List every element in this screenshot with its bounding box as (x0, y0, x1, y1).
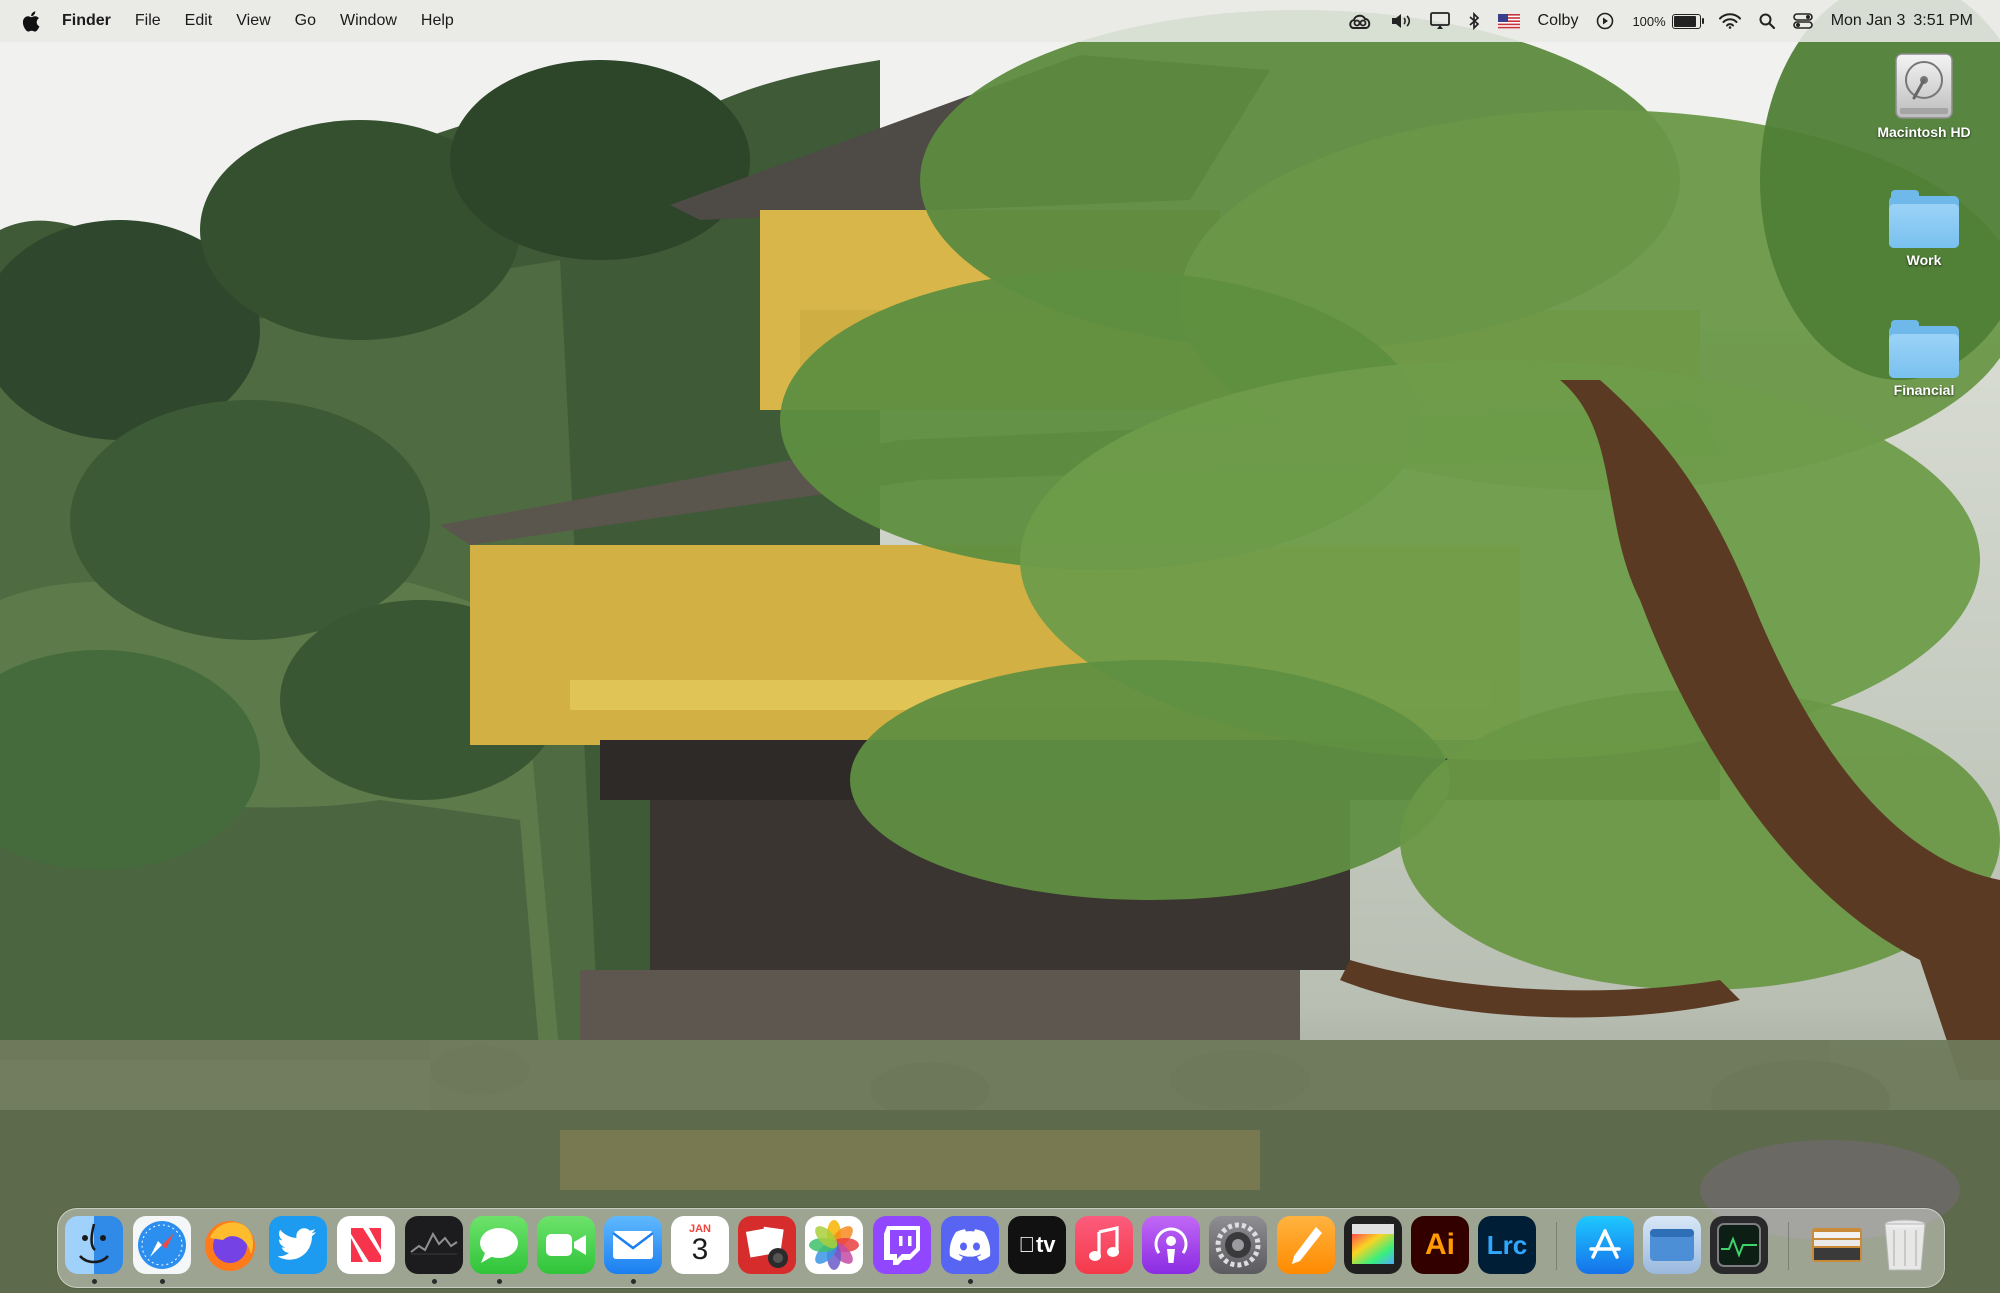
folder-icon (1889, 320, 1959, 378)
running-indicator-stocks (432, 1279, 437, 1284)
firefox-icon[interactable] (201, 1216, 259, 1274)
calendar-day: 3 (691, 1233, 709, 1266)
window-menu[interactable]: Window (328, 12, 409, 30)
messages-icon[interactable] (470, 1216, 528, 1274)
battery-status[interactable]: 100% (1623, 0, 1709, 42)
desktop-item-work-folder[interactable]: Work (1864, 190, 1984, 268)
dock-separator (1556, 1222, 1557, 1270)
creative-cloud-icon[interactable] (1339, 0, 1381, 42)
system-preferences-icon[interactable] (1209, 1216, 1267, 1274)
spotlight-search-icon[interactable] (1750, 0, 1784, 42)
stacks-folder-icon[interactable] (1808, 1216, 1866, 1274)
discord-icon[interactable] (941, 1216, 999, 1274)
running-indicator-safari (160, 1279, 165, 1284)
finder-icon[interactable] (65, 1216, 123, 1274)
apple-menu-icon[interactable] (16, 0, 46, 42)
running-indicator-messages (497, 1279, 502, 1284)
news-icon[interactable] (337, 1216, 395, 1274)
running-indicator-mail (631, 1279, 636, 1284)
menu-bar: Finder File Edit View Go Window Help Col… (0, 0, 2000, 42)
podcasts-icon[interactable] (1142, 1216, 1200, 1274)
facetime-icon[interactable] (537, 1216, 595, 1274)
control-center-icon[interactable] (1784, 0, 1822, 42)
folder-icon (1889, 190, 1959, 248)
apple-tv-label: tv (1027, 1232, 1056, 1257)
desktop-item-macintosh-hd[interactable]: Macintosh HD (1864, 52, 1984, 140)
battery-icon (1666, 13, 1704, 29)
desktop-item-financial-folder[interactable]: Financial (1864, 320, 1984, 398)
dock-separator (1788, 1222, 1789, 1270)
activity-monitor-icon[interactable] (1710, 1216, 1768, 1274)
calendar-icon[interactable]: JAN 3 (671, 1216, 729, 1274)
bluetooth-icon[interactable] (1459, 0, 1489, 42)
safari-icon[interactable] (133, 1216, 191, 1274)
desktop-item-label: Work (1906, 252, 1942, 268)
app-store-icon[interactable] (1576, 1216, 1634, 1274)
apple-tv-icon[interactable]:  tv (1008, 1216, 1066, 1274)
running-indicator-discord (968, 1279, 973, 1284)
illustrator-label: Ai (1425, 1228, 1455, 1261)
time-label: 3:51 PM (1913, 12, 1973, 29)
app-name-menu[interactable]: Finder (46, 12, 123, 30)
desktop-item-label: Financial (1893, 382, 1955, 398)
illustrator-icon[interactable]: Ai (1411, 1216, 1469, 1274)
mail-icon[interactable] (604, 1216, 662, 1274)
photo-booth-icon[interactable] (738, 1216, 796, 1274)
music-icon[interactable] (1075, 1216, 1133, 1274)
desktop-wallpaper (0, 0, 2000, 1293)
go-menu[interactable]: Go (283, 12, 328, 30)
view-menu[interactable]: View (224, 12, 282, 30)
airplay-display-icon[interactable] (1421, 0, 1459, 42)
pages-icon[interactable] (1277, 1216, 1335, 1274)
stocks-icon[interactable] (405, 1216, 463, 1274)
running-indicator-finder (92, 1279, 97, 1284)
wifi-icon[interactable] (1710, 0, 1750, 42)
window-app-icon[interactable] (1643, 1216, 1701, 1274)
trash-icon[interactable] (1876, 1216, 1934, 1274)
input-source-flag-icon[interactable] (1489, 0, 1529, 42)
edit-menu[interactable]: Edit (173, 12, 225, 30)
lightroom-label: Lrc (1486, 1229, 1528, 1260)
photos-icon[interactable] (805, 1216, 863, 1274)
twitch-icon[interactable] (873, 1216, 931, 1274)
twitter-icon[interactable] (269, 1216, 327, 1274)
desktop-item-label: Macintosh HD (1877, 124, 1971, 140)
help-menu[interactable]: Help (409, 12, 466, 30)
lightroom-classic-icon[interactable]: Lrc (1478, 1216, 1536, 1274)
now-playing-icon[interactable] (1587, 0, 1623, 42)
user-name-label[interactable]: Colby (1529, 0, 1588, 42)
clock-date[interactable]: Mon Jan 3 3:51 PM (1822, 0, 1982, 42)
file-menu[interactable]: File (123, 12, 173, 30)
battery-percent: 100% (1632, 13, 1666, 29)
volume-icon[interactable] (1381, 0, 1421, 42)
date-label: Mon Jan 3 (1830, 12, 1906, 29)
hard-drive-icon (1892, 52, 1956, 120)
final-cut-pro-icon[interactable] (1344, 1216, 1402, 1274)
